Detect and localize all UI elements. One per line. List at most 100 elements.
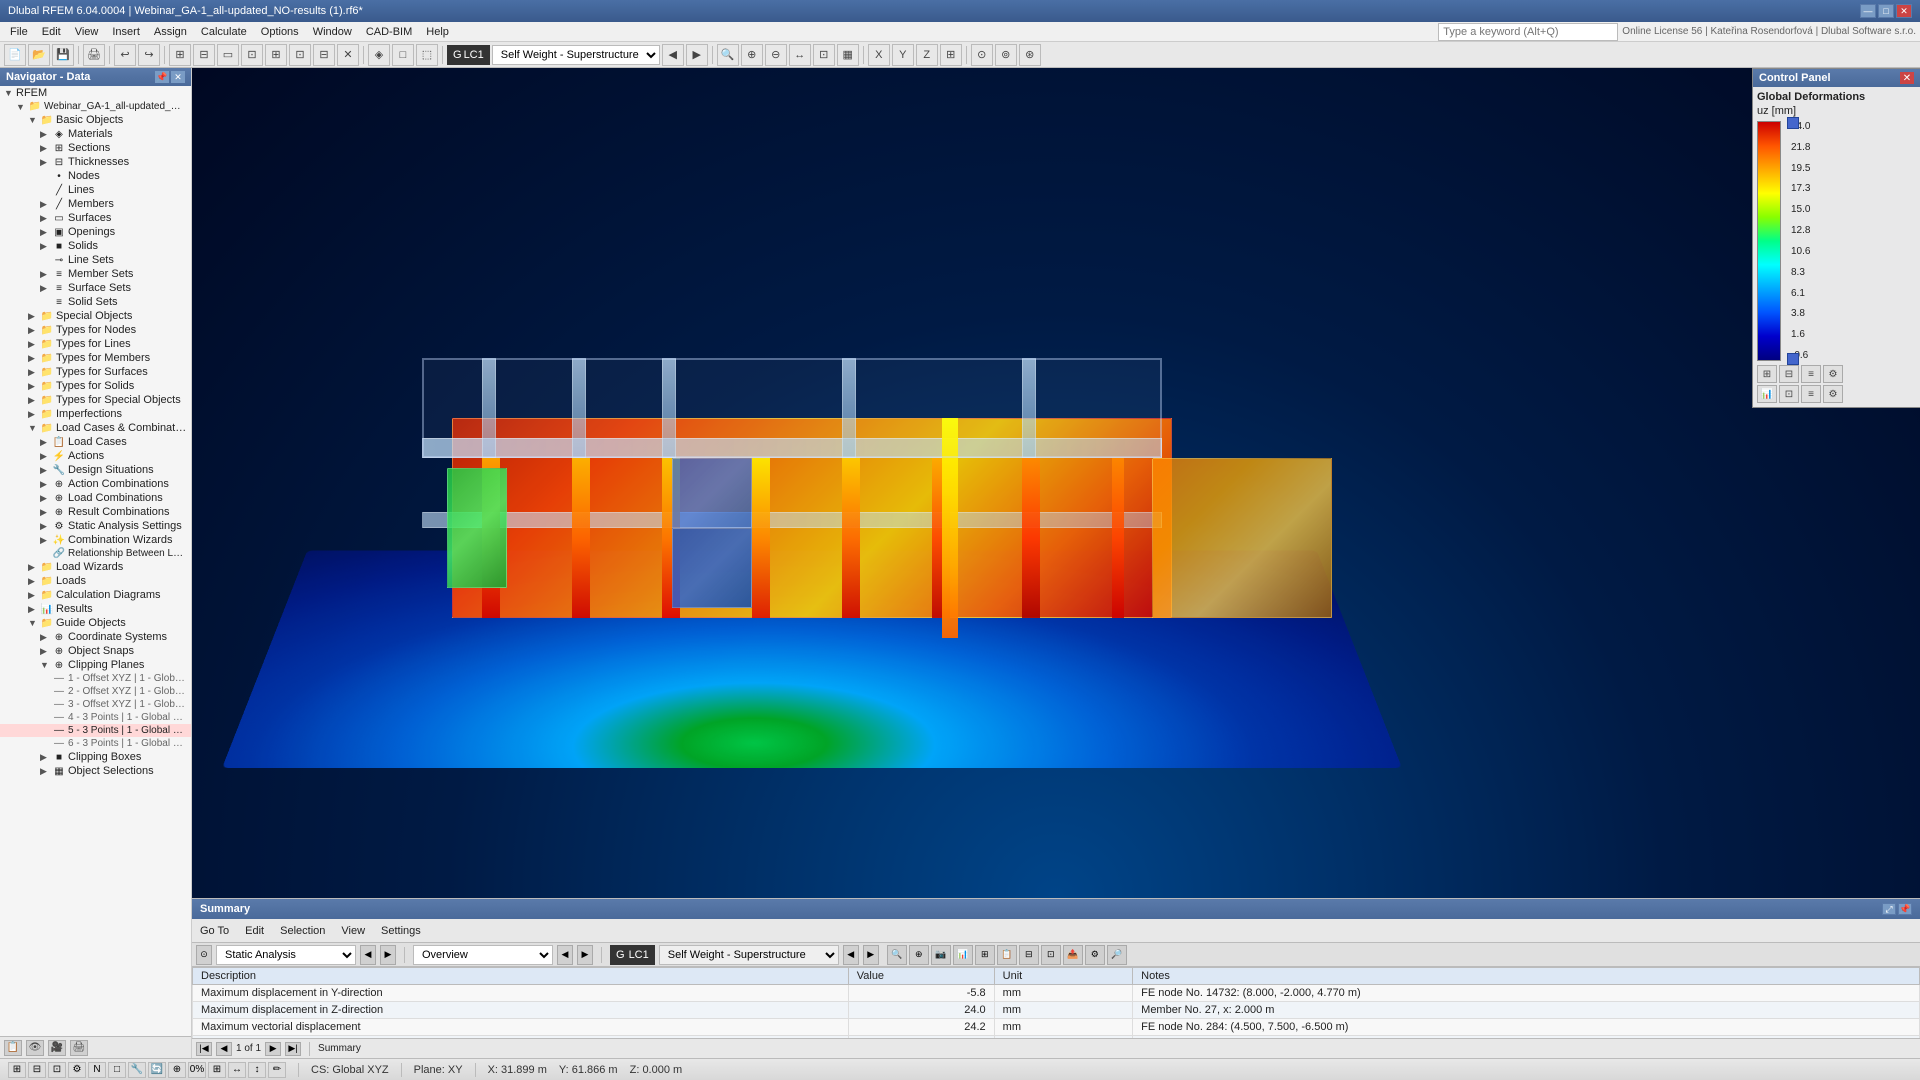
overview-dropdown[interactable]: Overview <box>413 945 553 965</box>
nav-lines[interactable]: ╱ Lines <box>0 183 191 197</box>
page-prev-btn[interactable]: ◀ <box>216 1042 232 1056</box>
nav-close-btn[interactable]: ✕ <box>171 71 185 83</box>
nav-imperfections[interactable]: ▶ 📁 Imperfections <box>0 407 191 421</box>
nav-actions[interactable]: ▶ ⚡ Actions <box>0 449 191 463</box>
nav-clip2[interactable]: — 2 - Offset XYZ | 1 - Global X <box>0 685 191 698</box>
tb-zoom2[interactable]: ⊕ <box>741 44 763 66</box>
sum-icon8[interactable]: ⊡ <box>1041 945 1061 965</box>
menu-view[interactable]: View <box>69 24 105 40</box>
nav-solids[interactable]: ▶ ■ Solids <box>0 239 191 253</box>
nav-types-lines[interactable]: ▶ 📁 Types for Lines <box>0 337 191 351</box>
status-icon3[interactable]: ⊡ <box>48 1062 66 1078</box>
nav-member-sets[interactable]: ▶ ≡ Member Sets <box>0 267 191 281</box>
nav-solid-sets[interactable]: ≡ Solid Sets <box>0 295 191 309</box>
cp-icon7[interactable]: ≡ <box>1801 385 1821 403</box>
nav-surfaces[interactable]: ▶ ▭ Surfaces <box>0 211 191 225</box>
nav-data-btn[interactable]: 📋 <box>4 1040 22 1056</box>
redo-btn[interactable]: ↪ <box>138 44 160 66</box>
status-icon8[interactable]: 🔄 <box>148 1062 166 1078</box>
cp-icon3[interactable]: ≡ <box>1801 365 1821 383</box>
menu-edit[interactable]: Edit <box>36 24 67 40</box>
sum-icon2[interactable]: ⊕ <box>909 945 929 965</box>
table-row-0[interactable]: Maximum displacement in Y-direction -5.8… <box>193 985 1920 1002</box>
3d-viewport[interactable]: Control Panel ✕ Global Deformations uz [… <box>192 68 1920 898</box>
menu-insert[interactable]: Insert <box>106 24 146 40</box>
nav-nodes[interactable]: • Nodes <box>0 169 191 183</box>
tb-render3[interactable]: ⬚ <box>416 44 438 66</box>
summary-expand-btn[interactable]: ⤢ <box>1882 903 1896 915</box>
menu-cadbim[interactable]: CAD-BIM <box>360 24 418 40</box>
nav-basic-objects[interactable]: ▼ 📁 Basic Objects <box>0 113 191 127</box>
nav-types-nodes[interactable]: ▶ 📁 Types for Nodes <box>0 323 191 337</box>
nav-clip3[interactable]: — 3 - Offset XYZ | 1 - Global X <box>0 698 191 711</box>
tb-axis4[interactable]: ⊞ <box>940 44 962 66</box>
nav-surface-sets[interactable]: ▶ ≡ Surface Sets <box>0 281 191 295</box>
lc-next-btn[interactable]: ▶ <box>686 44 708 66</box>
summary-goto[interactable]: Go To <box>196 923 233 939</box>
close-button[interactable]: ✕ <box>1896 4 1912 18</box>
nav-object-snaps[interactable]: ▶ ⊕ Object Snaps <box>0 644 191 658</box>
nav-print-btn[interactable]: 🖨 <box>70 1040 88 1056</box>
nav-design-situations[interactable]: ▶ 🔧 Design Situations <box>0 463 191 477</box>
nav-members[interactable]: ▶ ╱ Members <box>0 197 191 211</box>
nav-project[interactable]: ▼ 📁 Webinar_GA-1_all-updated_NO-resul <box>0 100 191 113</box>
nav-clip5[interactable]: — 5 - 3 Points | 1 - Global XYZ <box>0 724 191 737</box>
nav-clip4[interactable]: — 4 - 3 Points | 1 - Global XYZ <box>0 711 191 724</box>
sum-icon3[interactable]: 📷 <box>931 945 951 965</box>
sum-icon5[interactable]: ⊞ <box>975 945 995 965</box>
nav-sections[interactable]: ▶ ⊞ Sections <box>0 141 191 155</box>
tb-axis3[interactable]: Z <box>916 44 938 66</box>
nav-thicknesses[interactable]: ▶ ⊟ Thicknesses <box>0 155 191 169</box>
menu-window[interactable]: Window <box>307 24 358 40</box>
sum-icon1[interactable]: 🔍 <box>887 945 907 965</box>
nav-relationship[interactable]: 🔗 Relationship Between Load C <box>0 547 191 560</box>
tb-btn8[interactable]: ✕ <box>337 44 359 66</box>
nav-types-members[interactable]: ▶ 📁 Types for Members <box>0 351 191 365</box>
overview-prev-btn[interactable]: ◀ <box>557 945 573 965</box>
cp-icon1[interactable]: ⊞ <box>1757 365 1777 383</box>
cp-icon2[interactable]: ⊟ <box>1779 365 1799 383</box>
sum-icon9[interactable]: 📤 <box>1063 945 1083 965</box>
nav-types-surfaces[interactable]: ▶ 📁 Types for Surfaces <box>0 365 191 379</box>
summary-selection[interactable]: Selection <box>276 923 329 939</box>
status-icon1[interactable]: ⊞ <box>8 1062 26 1078</box>
new-btn[interactable]: 📄 <box>4 44 26 66</box>
status-icon13[interactable]: ↕ <box>248 1062 266 1078</box>
tb-render1[interactable]: ◈ <box>368 44 390 66</box>
summary-settings[interactable]: Settings <box>377 923 425 939</box>
tb-zoom1[interactable]: 🔍 <box>717 44 739 66</box>
nav-types-special[interactable]: ▶ 📁 Types for Special Objects <box>0 393 191 407</box>
sum-icon7[interactable]: ⊟ <box>1019 945 1039 965</box>
cp-icon5[interactable]: 📊 <box>1757 385 1777 403</box>
nav-special-objects[interactable]: ▶ 📁 Special Objects <box>0 309 191 323</box>
tb-btn1[interactable]: ⊞ <box>169 44 191 66</box>
menu-assign[interactable]: Assign <box>148 24 193 40</box>
nav-root-rfem[interactable]: ▼ RFEM <box>0 86 191 100</box>
analysis-type-dropdown[interactable]: Static Analysis <box>216 945 356 965</box>
nav-guide-objects[interactable]: ▼ 📁 Guide Objects <box>0 616 191 630</box>
status-icon5[interactable]: N <box>88 1062 106 1078</box>
lc-prev-btn[interactable]: ◀ <box>662 44 684 66</box>
status-icon2[interactable]: ⊟ <box>28 1062 46 1078</box>
nav-pin-btn[interactable]: 📌 <box>155 71 169 83</box>
nav-action-comb[interactable]: ▶ ⊕ Action Combinations <box>0 477 191 491</box>
tb-view1[interactable]: ↔ <box>789 44 811 66</box>
tb-render2[interactable]: □ <box>392 44 414 66</box>
status-icon7[interactable]: 🔧 <box>128 1062 146 1078</box>
nav-line-sets[interactable]: ⊸ Line Sets <box>0 253 191 267</box>
tb-misc1[interactable]: ⊙ <box>971 44 993 66</box>
menu-help[interactable]: Help <box>420 24 455 40</box>
tb-misc3[interactable]: ⊛ <box>1019 44 1041 66</box>
sum-icon4[interactable]: 📊 <box>953 945 973 965</box>
menu-options[interactable]: Options <box>255 24 305 40</box>
sum-icon10[interactable]: ⚙ <box>1085 945 1105 965</box>
lc-next-summary-btn[interactable]: ▶ <box>863 945 879 965</box>
nav-load-wizards[interactable]: ▶ 📁 Load Wizards <box>0 560 191 574</box>
nav-load-cases-comb[interactable]: ▼ 📁 Load Cases & Combinations <box>0 421 191 435</box>
cp-icon8[interactable]: ⚙ <box>1823 385 1843 403</box>
undo-btn[interactable]: ↩ <box>114 44 136 66</box>
nav-load-cases[interactable]: ▶ 📋 Load Cases <box>0 435 191 449</box>
tb-btn4[interactable]: ⊡ <box>241 44 263 66</box>
lc-prev-summary-btn[interactable]: ◀ <box>843 945 859 965</box>
tb-btn5[interactable]: ⊞ <box>265 44 287 66</box>
